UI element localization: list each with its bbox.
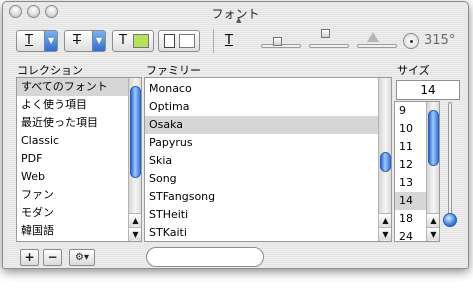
list-item[interactable]: 韓国語 xyxy=(17,222,54,240)
strikethrough-icon: T xyxy=(73,33,81,48)
shadow-opacity-thumb[interactable] xyxy=(273,37,282,46)
list-item[interactable]: Monaco xyxy=(145,80,192,98)
shadow-angle-label: 315° xyxy=(424,33,456,48)
sizes-scrollbar[interactable]: ▲ ▼ xyxy=(426,102,439,241)
size-slider-knob[interactable] xyxy=(443,213,457,227)
toolbar-toggle-icon[interactable]: ▲ xyxy=(236,16,241,24)
sizes-header: サイズ xyxy=(397,64,430,77)
list-item[interactable]: 14 xyxy=(395,192,426,210)
underline-button[interactable]: T ▼ xyxy=(16,30,58,52)
list-item[interactable]: モダン xyxy=(17,204,54,222)
list-item[interactable]: 最近使った項目 xyxy=(17,114,98,132)
scroll-up-icon[interactable]: ▲ xyxy=(427,213,439,226)
collections-scrollbar[interactable]: ▲ ▼ xyxy=(128,78,141,241)
list-item[interactable]: Classic xyxy=(17,132,59,150)
list-item[interactable]: PDF xyxy=(17,150,42,168)
collections-header: コレクション xyxy=(17,64,83,77)
scroll-up-icon[interactable]: ▲ xyxy=(379,213,391,226)
size-slider[interactable] xyxy=(448,102,452,224)
add-collection-button[interactable]: + xyxy=(20,249,39,266)
families-scrollbar[interactable]: ▲ ▼ xyxy=(378,78,391,241)
list-item[interactable]: 11 xyxy=(395,138,413,156)
list-item[interactable]: Web xyxy=(17,168,45,186)
list-item[interactable]: STFangsong xyxy=(145,188,215,206)
shadow-blur-slider[interactable] xyxy=(309,44,349,48)
shadow-offset-thumb[interactable] xyxy=(367,32,379,42)
scroll-down-icon[interactable]: ▼ xyxy=(427,227,439,240)
collections-scroll-thumb[interactable] xyxy=(130,86,141,178)
list-item[interactable]: 10 xyxy=(395,120,413,138)
toolbar: T ▼ T ▼ T T 315° xyxy=(3,24,468,58)
chevron-down-icon: ▼ xyxy=(96,36,103,45)
list-item[interactable]: Skia xyxy=(145,152,172,170)
list-item[interactable]: STHeiti xyxy=(145,206,188,224)
shadow-offset-slider[interactable] xyxy=(357,44,397,48)
list-item[interactable]: 24 xyxy=(395,228,413,241)
remove-collection-button[interactable]: − xyxy=(43,249,62,266)
list-item[interactable]: 13 xyxy=(395,174,413,192)
text-color-button[interactable]: T xyxy=(112,30,154,52)
strikethrough-button[interactable]: T ▼ xyxy=(64,30,106,52)
search-input[interactable] xyxy=(146,247,264,267)
list-item[interactable]: 18 xyxy=(395,210,413,228)
document-color-swatch xyxy=(179,34,195,48)
size-input[interactable]: 14 xyxy=(396,80,460,100)
text-color-icon: T xyxy=(119,33,127,48)
list-item[interactable]: Optima xyxy=(145,98,189,116)
document-icon xyxy=(164,34,175,48)
title-bar[interactable]: フォント ▲ xyxy=(3,2,468,24)
list-item[interactable]: 9 xyxy=(395,102,406,120)
chevron-down-icon: ▼ xyxy=(48,36,55,45)
list-item[interactable]: Papyrus xyxy=(145,134,193,152)
scroll-down-icon[interactable]: ▼ xyxy=(129,227,141,240)
scroll-up-icon[interactable]: ▲ xyxy=(129,213,141,226)
shadow-icon[interactable]: T xyxy=(225,33,233,48)
families-header: ファミリー xyxy=(146,64,201,77)
document-color-button[interactable] xyxy=(158,30,200,52)
sizes-scroll-thumb[interactable] xyxy=(428,110,439,166)
toolbar-separator xyxy=(213,29,214,53)
list-item[interactable]: Song xyxy=(145,170,177,188)
shadow-angle-dial[interactable] xyxy=(403,33,419,49)
list-item[interactable]: 12 xyxy=(395,156,413,174)
list-item[interactable]: ファン xyxy=(17,186,54,204)
list-item[interactable]: よく使う項目 xyxy=(17,96,87,114)
families-list[interactable]: Monaco Optima Osaka Papyrus Skia Song ST… xyxy=(144,77,392,242)
list-item[interactable]: すべてのフォント xyxy=(17,78,128,96)
list-item[interactable]: Osaka xyxy=(145,116,378,134)
scroll-down-icon[interactable]: ▼ xyxy=(379,227,391,240)
list-item[interactable]: STKaiti xyxy=(145,224,187,241)
font-panel-window: フォント ▲ T ▼ T ▼ T T 315° コレクション ファミリー サイズ… xyxy=(2,1,469,269)
underline-icon: T xyxy=(25,33,33,48)
shadow-blur-thumb[interactable] xyxy=(321,29,330,38)
underline-dropdown[interactable]: ▼ xyxy=(44,31,57,51)
text-color-swatch xyxy=(133,34,149,48)
strikethrough-dropdown[interactable]: ▼ xyxy=(92,31,105,51)
action-menu-button[interactable]: ⚙▾ xyxy=(69,249,95,266)
sizes-list[interactable]: 9 10 11 12 13 14 18 24 ▲ ▼ xyxy=(394,101,440,242)
collections-list[interactable]: すべてのフォント よく使う項目 最近使った項目 Classic PDF Web … xyxy=(16,77,142,242)
families-scroll-thumb[interactable] xyxy=(380,152,391,172)
